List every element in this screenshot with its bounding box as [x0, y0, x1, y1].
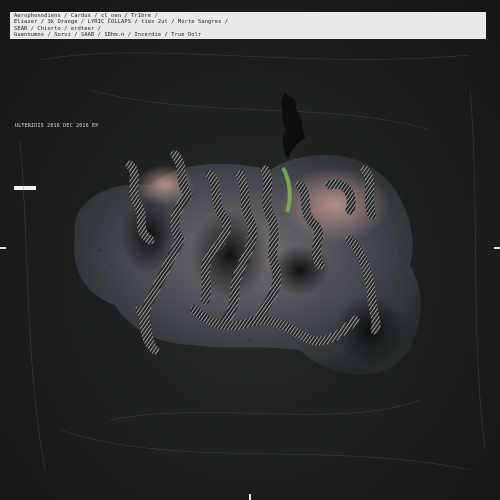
abstract-artwork [19, 52, 486, 471]
album-cover: Aerophonodiens / Cardus / cl_oen / Tr1br… [0, 0, 500, 500]
ink-splash [281, 92, 306, 160]
